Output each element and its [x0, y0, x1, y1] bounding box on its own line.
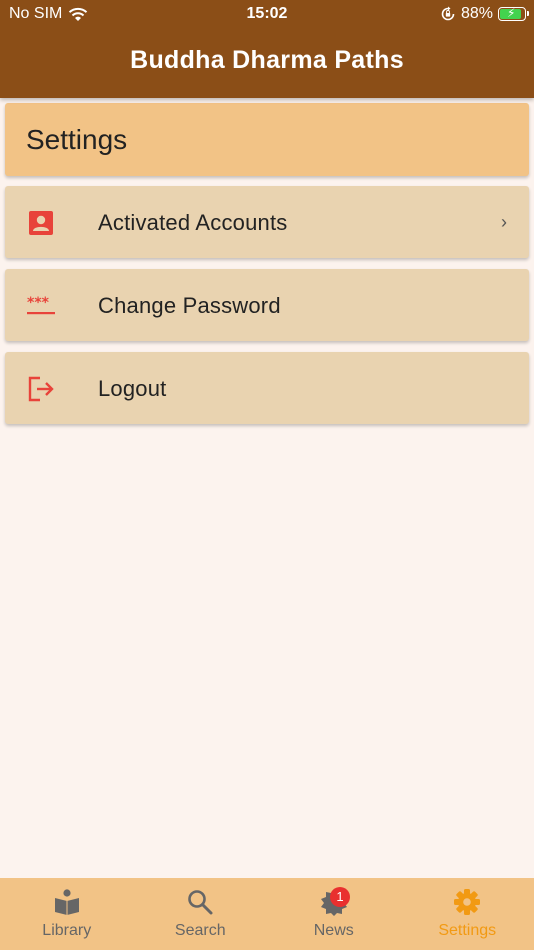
chevron-right-icon: ›: [501, 212, 507, 232]
page-title: Settings: [26, 124, 128, 155]
battery-charging-icon: ⚡: [498, 6, 529, 21]
tab-search[interactable]: Search: [134, 878, 268, 950]
gear-icon: [454, 889, 481, 915]
search-icon: [188, 890, 213, 915]
orientation-lock-icon: [441, 6, 455, 21]
tab-label: News: [313, 922, 354, 939]
status-right: 88% ⚡: [440, 5, 529, 23]
tab-settings[interactable]: Settings: [401, 878, 534, 950]
settings-item-logout[interactable]: Logout: [5, 352, 529, 424]
settings-item-label: Activated Accounts: [98, 210, 288, 235]
password-icon: ***: [27, 295, 55, 315]
settings-title-card: Settings: [5, 103, 529, 176]
account-box-icon: [29, 211, 53, 235]
settings-item-label: Logout: [98, 376, 167, 401]
app-header: No SIM 15:02 88% ⚡ Buddha Dharma Paths: [0, 0, 534, 98]
bolt-icon: ⚡: [507, 6, 516, 20]
settings-item-activated-accounts[interactable]: Activated Accounts ›: [5, 186, 529, 258]
tab-library[interactable]: Library: [0, 878, 134, 950]
app-title: Buddha Dharma Paths: [130, 46, 404, 74]
book-reader-icon: [54, 889, 79, 915]
news-badge: 1: [330, 887, 350, 907]
tab-label: Settings: [438, 922, 497, 939]
tab-label: Search: [174, 922, 226, 939]
settings-item-label: Change Password: [98, 293, 281, 318]
svg-text:***: ***: [27, 295, 50, 311]
tab-label: Library: [42, 922, 92, 939]
status-bar: No SIM 15:02 88% ⚡: [0, 0, 534, 28]
logout-icon: [28, 376, 54, 402]
settings-item-change-password[interactable]: *** Change Password: [5, 269, 529, 341]
battery-percent: 88%: [460, 5, 493, 22]
tab-bar: Library Search News Settings: [0, 878, 534, 950]
